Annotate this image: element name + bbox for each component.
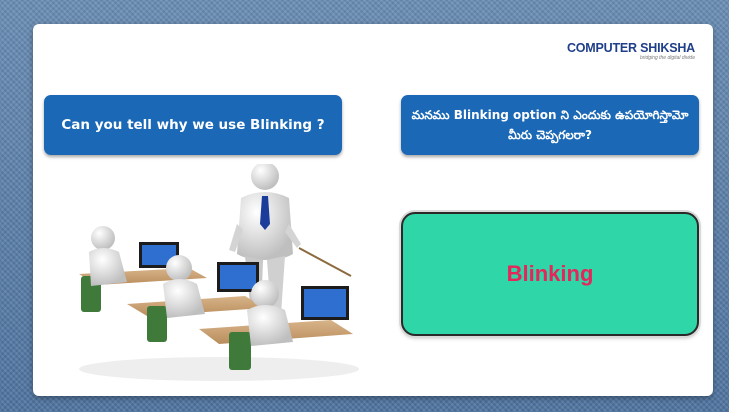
question-telugu-text: మనము Blinking option ని ఎందుకు ఉపయోగిస్త…	[411, 108, 689, 142]
question-english-box: Can you tell why we use Blinking ?	[44, 95, 342, 155]
question-telugu-box: మనము Blinking option ని ఎందుకు ఉపయోగిస్త…	[401, 95, 699, 155]
logo: COMPUTER SHIKSHA bridging the digital di…	[567, 41, 695, 61]
student-1	[89, 226, 127, 286]
classroom-illustration	[79, 164, 359, 381]
student-2	[163, 255, 205, 318]
question-english-text: Can you tell why we use Blinking ?	[61, 117, 325, 133]
slide-card: COMPUTER SHIKSHA bridging the digital di…	[33, 24, 713, 396]
logo-tagline: bridging the digital divide	[639, 55, 695, 61]
logo-name: COMPUTER SHIKSHA	[566, 41, 695, 55]
student-3	[247, 280, 293, 346]
answer-box: Blinking	[401, 212, 699, 336]
monitor-3	[301, 286, 349, 320]
answer-text: Blinking	[506, 261, 594, 286]
